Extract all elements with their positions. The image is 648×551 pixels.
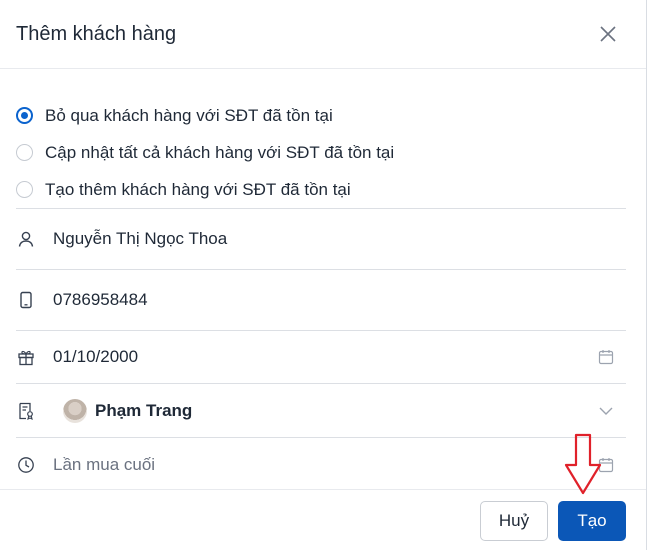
- dialog-header: Thêm khách hàng: [0, 0, 646, 69]
- option-update-existing[interactable]: Cập nhật tất cả khách hàng với SĐT đã tồ…: [16, 134, 646, 171]
- gift-icon: [16, 347, 36, 367]
- divider: [16, 383, 626, 384]
- clock-icon: [16, 455, 36, 475]
- dialog-footer: Huỷ Tạo: [0, 489, 646, 551]
- option-label: Tạo thêm khách hàng với SĐT đã tồn tại: [45, 179, 351, 199]
- add-customer-dialog: Thêm khách hàng Bỏ qua khách hàng với SĐ…: [0, 0, 647, 550]
- divider: [16, 269, 626, 270]
- option-label: Cập nhật tất cả khách hàng với SĐT đã tồ…: [45, 142, 395, 162]
- phone-value: 0786958484: [53, 290, 148, 309]
- phone-field[interactable]: 0786958484: [16, 280, 626, 320]
- last-purchase-field[interactable]: Lần mua cuối: [16, 445, 626, 485]
- radio-create-additional[interactable]: [16, 181, 33, 198]
- chevron-down-icon[interactable]: [598, 403, 614, 419]
- cancel-button[interactable]: Huỷ: [480, 501, 548, 541]
- close-button[interactable]: [594, 20, 622, 48]
- calendar-icon[interactable]: [598, 349, 614, 365]
- birthday-value: 01/10/2000: [53, 347, 139, 366]
- divider: [16, 208, 626, 209]
- option-label: Bỏ qua khách hàng với SĐT đã tồn tại: [45, 105, 333, 125]
- person-icon: [16, 229, 36, 249]
- close-icon: [600, 26, 616, 42]
- create-button[interactable]: Tạo: [558, 501, 626, 541]
- name-field[interactable]: Nguyễn Thị Ngọc Thoa: [16, 219, 626, 259]
- dialog-title: Thêm khách hàng: [16, 22, 177, 45]
- calendar-icon[interactable]: [598, 457, 614, 473]
- staff-badge-icon: [16, 401, 36, 421]
- avatar: [63, 399, 87, 423]
- radio-update-existing[interactable]: [16, 144, 33, 161]
- option-skip-existing[interactable]: Bỏ qua khách hàng với SĐT đã tồn tại: [16, 97, 646, 134]
- radio-skip-existing[interactable]: [16, 107, 33, 124]
- option-create-additional[interactable]: Tạo thêm khách hàng với SĐT đã tồn tại: [16, 171, 646, 208]
- divider: [16, 437, 626, 438]
- name-value: Nguyễn Thị Ngọc Thoa: [53, 229, 228, 248]
- duplicate-phone-options: Bỏ qua khách hàng với SĐT đã tồn tại Cập…: [0, 69, 646, 208]
- staff-name: Phạm Trang: [95, 401, 193, 420]
- last-purchase-placeholder: Lần mua cuối: [53, 455, 156, 474]
- staff-field[interactable]: Phạm Trang: [16, 391, 626, 431]
- phone-icon: [16, 290, 36, 310]
- divider: [16, 330, 626, 331]
- birthday-field[interactable]: 01/10/2000: [16, 337, 626, 377]
